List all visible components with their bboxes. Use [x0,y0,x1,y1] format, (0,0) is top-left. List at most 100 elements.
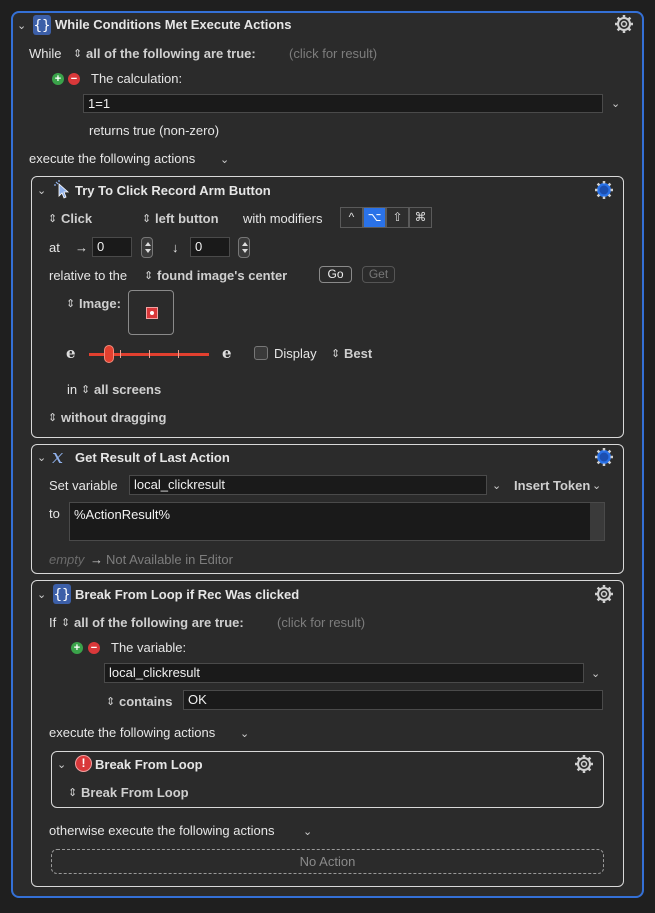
curly-braces-icon: {} [53,584,71,604]
calculation-label: The calculation: [91,71,183,86]
go-button[interactable]: Go [319,266,352,283]
updown-chevron-icon[interactable]: ⇕ [331,346,340,362]
drag-option-select[interactable]: without dragging [61,410,166,426]
otherwise-dropdown-icon[interactable]: ⌄ [303,824,312,840]
condition-mode-select[interactable]: all of the following are true: [74,615,244,631]
execute-dropdown-icon[interactable]: ⌄ [240,726,249,742]
variable-name-field[interactable]: local_clickresult [129,475,487,495]
variable-condition-label: The variable: [111,640,187,655]
collapse-chevron-icon[interactable]: ⌄ [37,183,46,199]
updown-chevron-icon[interactable]: ⇕ [142,211,151,227]
collapse-chevron-icon[interactable]: ⌄ [17,18,26,34]
gear-icon[interactable] [594,447,614,467]
y-offset-field[interactable]: 0 [190,237,230,257]
control-modifier-toggle[interactable]: ^ [340,207,363,228]
click-action-title: Try To Click Record Arm Button [75,183,271,198]
svg-text:{}: {} [54,587,71,603]
at-label: at [49,240,60,255]
no-action-placeholder[interactable]: No Action [51,849,604,874]
updown-chevron-icon[interactable]: ⇕ [68,785,77,801]
insert-token-chevron-icon[interactable]: ⌄ [592,478,601,494]
result-arrow-icon: → [90,552,103,567]
break-option-select[interactable]: Break From Loop [81,785,189,801]
variable-dropdown-icon[interactable]: ⌄ [492,478,501,494]
image-source-select[interactable]: Image: [79,296,121,312]
execute-dropdown-icon[interactable]: ⌄ [220,152,229,168]
svg-text:{}: {} [34,18,51,34]
get-button[interactable]: Get [362,266,395,283]
updown-chevron-icon[interactable]: ⇕ [48,410,57,426]
image-well[interactable] [128,290,174,335]
break-if-title: Break From Loop if Rec Was clicked [75,587,300,602]
x-offset-field[interactable]: 0 [92,237,132,257]
remove-condition-icon[interactable]: − [68,73,80,85]
mouse-button-select[interactable]: left button [155,211,219,227]
slider-tick [149,350,150,358]
break-action-title: Break From Loop [95,757,203,772]
to-label: to [49,506,60,521]
while-action-title: While Conditions Met Execute Actions [55,17,292,32]
gear-icon[interactable] [594,584,614,604]
screens-select[interactable]: all screens [94,382,161,398]
curly-braces-icon: {} [33,15,51,35]
collapse-chevron-icon[interactable]: ⌄ [37,587,46,603]
compare-value-field[interactable]: OK [183,690,603,710]
updown-chevron-icon[interactable]: ⇕ [144,268,153,284]
y-offset-stepper[interactable] [238,237,250,258]
updown-chevron-icon[interactable]: ⇕ [81,382,90,398]
relative-target-select[interactable]: found image's center [157,268,287,284]
preview-text: Not Available in Editor [106,552,233,567]
scrollbar[interactable] [590,503,604,540]
record-button-image [146,307,158,319]
display-checkbox[interactable] [254,346,268,360]
down-arrow-icon: ↓ [172,240,179,255]
click-for-result-link[interactable]: (click for result) [289,46,377,62]
value-text-area[interactable]: %ActionResult% [69,502,605,541]
slider-tick [120,350,121,358]
variable-x-icon: x [52,444,64,468]
option-modifier-toggle[interactable]: ⌥ [363,207,386,228]
set-variable-label: Set variable [49,478,118,493]
while-label: While [29,46,62,61]
execute-label: execute the following actions [49,725,216,740]
click-type-select[interactable]: Click [61,211,92,227]
calculation-field[interactable]: 1=1 [83,94,603,113]
x-offset-stepper[interactable] [141,237,153,258]
condition-variable-field[interactable]: local_clickresult [104,663,584,683]
calculation-dropdown-icon[interactable]: ⌄ [611,96,620,112]
remove-condition-icon[interactable]: − [88,642,100,654]
updown-chevron-icon[interactable]: ⇕ [61,615,70,631]
operator-select[interactable]: contains [119,694,172,710]
fuzz-low-icon: e [66,344,76,362]
fuzz-slider-thumb[interactable] [104,345,114,363]
click-for-result-link[interactable]: (click for result) [277,615,365,631]
insert-token-menu[interactable]: Insert Token [514,478,590,494]
in-label: in [67,382,78,397]
right-arrow-icon: → [75,240,88,255]
record-dot-icon [150,311,154,315]
fuzz-high-icon: e [222,344,232,362]
display-label: Display [274,346,317,361]
stop-alert-icon: ! [75,755,92,772]
match-quality-select[interactable]: Best [344,346,372,362]
variable-dropdown-icon[interactable]: ⌄ [591,666,600,682]
shift-modifier-toggle[interactable]: ⇧ [386,207,409,228]
updown-chevron-icon[interactable]: ⇕ [66,296,75,312]
execute-label: execute the following actions [29,151,196,166]
updown-chevron-icon[interactable]: ⇕ [48,211,57,227]
command-modifier-toggle[interactable]: ⌘ [409,207,432,228]
gear-icon[interactable] [594,180,614,200]
relative-label: relative to the [49,268,128,283]
add-condition-icon[interactable]: + [71,642,83,654]
condition-mode-select[interactable]: all of the following are true: [86,46,256,62]
gear-icon[interactable] [574,754,594,774]
collapse-chevron-icon[interactable]: ⌄ [37,450,46,466]
collapse-chevron-icon[interactable]: ⌄ [57,757,66,773]
updown-chevron-icon[interactable]: ⇕ [106,694,115,710]
returns-label: returns true (non-zero) [89,123,220,138]
modifiers-label: with modifiers [243,211,323,226]
updown-chevron-icon[interactable]: ⇕ [73,46,82,62]
add-condition-icon[interactable]: + [52,73,64,85]
gear-icon[interactable] [614,14,634,34]
result-action-title: Get Result of Last Action [75,450,230,465]
